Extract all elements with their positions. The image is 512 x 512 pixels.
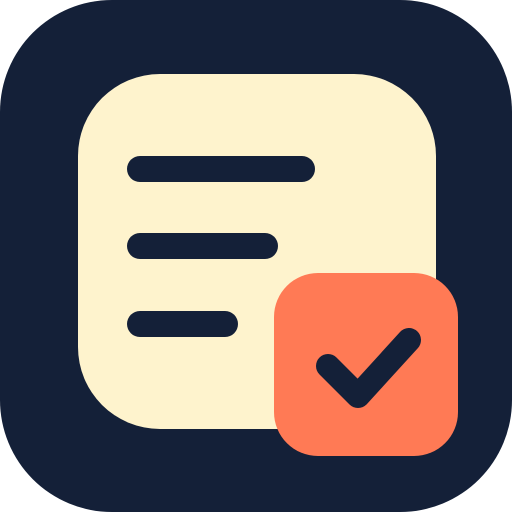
badge-square: [274, 273, 458, 456]
app-icon-stage: [0, 0, 512, 512]
checkmark-badge-icon: [274, 273, 458, 456]
checklist-app-icon[interactable]: [0, 0, 512, 512]
